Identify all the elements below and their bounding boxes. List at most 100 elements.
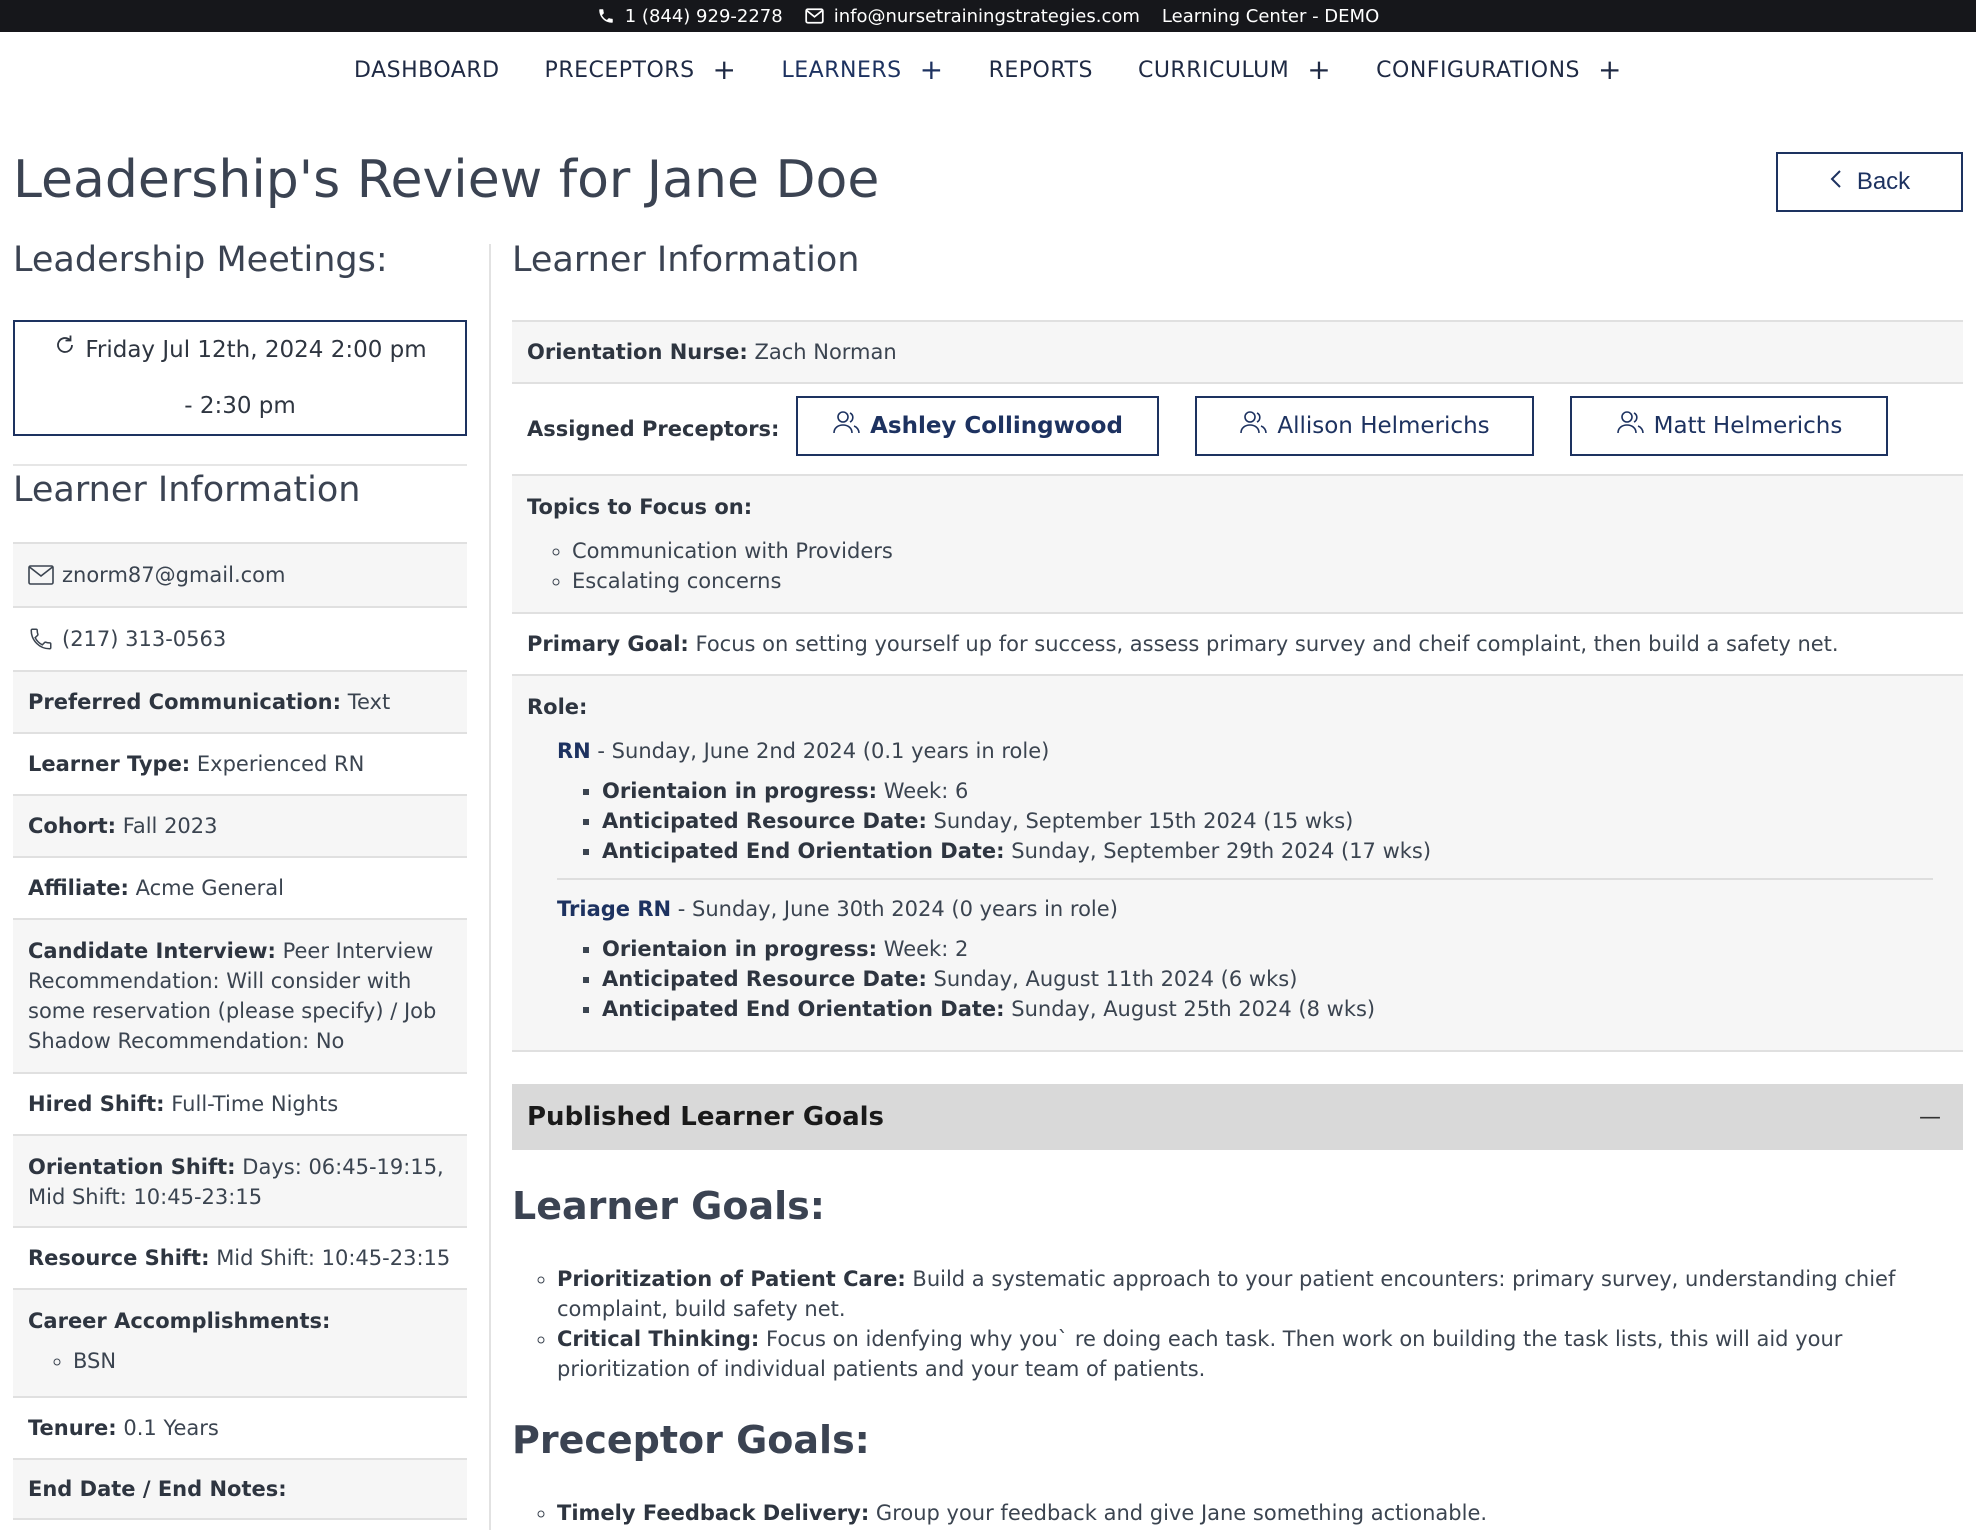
orientation-nurse-value: Zach Norman (754, 340, 897, 364)
list-item: Orientaion in progress: Week: 2 (602, 934, 1948, 964)
primary-goal-value: Focus on setting yourself up for success… (695, 632, 1839, 656)
affiliate-value: Acme General (135, 876, 284, 900)
nav-learners[interactable]: LEARNERS + (782, 56, 944, 84)
list-item: Anticipated End Orientation Date: Sunday… (602, 836, 1948, 866)
users-icon (832, 409, 862, 443)
envelope-icon (805, 8, 824, 24)
nav-preceptors[interactable]: PRECEPTORS + (545, 56, 737, 84)
cohort-row: Cohort: Fall 2023 (13, 794, 467, 856)
role-details-list: Orientaion in progress: Week: 6 Anticipa… (557, 776, 1948, 866)
resource-shift-row: Resource Shift: Mid Shift: 10:45-23:15 (13, 1226, 467, 1288)
topbar-site-text: Learning Center - DEMO (1161, 5, 1380, 27)
learner-email-row[interactable]: znorm87@gmail.com (13, 542, 467, 606)
nav-curriculum[interactable]: CURRICULUM + (1138, 56, 1331, 84)
nav-preceptors-label: PRECEPTORS (544, 57, 695, 83)
goal-value: Group your feedback and give Jane someth… (875, 1501, 1488, 1525)
list-item: Orientaion in progress: Week: 6 (602, 776, 1948, 806)
end-date-row: End Date / End Notes: (13, 1458, 467, 1520)
role-item-value: Week: 2 (883, 937, 969, 961)
meeting-time-start: Friday Jul 12th, 2024 2:00 pm (85, 337, 427, 363)
preceptor-name: Allison Helmerichs (1277, 413, 1490, 439)
role-item-label: Orientaion in progress: (602, 937, 877, 961)
list-item: Critical Thinking: Focus on idenfying wh… (557, 1324, 1963, 1384)
career-accomplishments-label: Career Accomplishments: (28, 1309, 331, 1333)
published-goals-accordion[interactable]: Published Learner Goals — (512, 1084, 1963, 1150)
learner-goals-title: Learner Goals: (512, 1184, 825, 1228)
candidate-interview-label: Candidate Interview: (28, 939, 276, 963)
list-item: Timely Feedback Delivery: Group your fee… (557, 1498, 1963, 1528)
preceptor-button-allison[interactable]: Allison Helmerichs (1195, 396, 1534, 456)
role-entry-triage-rn: Triage RN - Sunday, June 30th 2024 (0 ye… (527, 894, 1948, 1024)
orientation-nurse-row: Orientation Nurse: Zach Norman (512, 320, 1963, 382)
left-column: Leadership Meetings: Friday Jul 12th, 20… (13, 240, 467, 1520)
career-accomplishments-row: Career Accomplishments: BSN (13, 1288, 467, 1396)
preferred-communication-row: Preferred Communication: Text (13, 670, 467, 732)
list-item: Anticipated End Orientation Date: Sunday… (602, 994, 1948, 1024)
role-label: Role: (527, 695, 588, 719)
role-item-value: Sunday, September 29th 2024 (17 wks) (1011, 839, 1432, 863)
meetings-title: Leadership Meetings: (13, 240, 388, 280)
role-name: RN (557, 739, 591, 763)
role-item-label: Anticipated End Orientation Date: (602, 839, 1005, 863)
role-row: Role: RN - Sunday, June 2nd 2024 (0.1 ye… (512, 674, 1963, 1052)
orientation-shift-row: Orientation Shift: Days: 06:45-19:15, Mi… (13, 1134, 467, 1226)
list-item: Anticipated Resource Date: Sunday, Augus… (602, 964, 1948, 994)
career-accomplishments-list: BSN (28, 1346, 452, 1376)
role-detail: - Sunday, June 30th 2024 (0 years in rol… (671, 897, 1118, 921)
learner-type-label: Learner Type: (28, 752, 191, 776)
topbar-site-name: Learning Center - DEMO (1162, 6, 1379, 27)
plus-icon[interactable]: + (1307, 56, 1331, 84)
phone-icon (597, 7, 615, 25)
left-info-title: Learner Information (13, 470, 361, 510)
preceptor-goals-title: Preceptor Goals: (512, 1418, 870, 1462)
meeting-card[interactable]: Friday Jul 12th, 2024 2:00 pm - 2:30 pm (13, 320, 467, 436)
topics-list: Communication with Providers Escalating … (527, 536, 1948, 596)
minus-icon[interactable]: — (1919, 1105, 1941, 1130)
tenure-value: 0.1 Years (123, 1416, 219, 1440)
preceptor-button-ashley[interactable]: Ashley Collingwood (796, 396, 1159, 456)
topbar-phone-text: 1 (844) 929-2278 (624, 5, 783, 27)
role-item-value: Sunday, August 11th 2024 (6 wks) (933, 967, 1298, 991)
topics-row: Topics to Focus on: Communication with P… (512, 474, 1963, 612)
list-item: Escalating concerns (572, 566, 1948, 596)
cohort-label: Cohort: (28, 814, 117, 838)
role-item-value: Week: 6 (883, 779, 969, 803)
primary-goal-label: Primary Goal: (527, 632, 689, 656)
tenure-row: Tenure: 0.1 Years (13, 1396, 467, 1458)
left-info-list: znorm87@gmail.com (217) 313-0563 Preferr… (13, 542, 467, 1520)
learner-phone: (217) 313-0563 (62, 627, 227, 651)
role-item-label: Anticipated End Orientation Date: (602, 997, 1005, 1021)
left-info-header: Learner Information (13, 464, 467, 510)
plus-icon[interactable]: + (920, 56, 944, 84)
nav-curriculum-label: CURRICULUM (1137, 57, 1290, 83)
preceptor-button-matt[interactable]: Matt Helmerichs (1570, 396, 1888, 456)
preferred-communication-value: Text (347, 690, 391, 714)
learner-goals-list: Prioritization of Patient Care: Build a … (512, 1264, 1963, 1384)
hired-shift-row: Hired Shift: Full-Time Nights (13, 1072, 467, 1134)
top-bar: 1 (844) 929-2278 info@nursetrainingstrat… (0, 0, 1976, 32)
plus-icon[interactable]: + (1598, 56, 1622, 84)
learner-phone-row[interactable]: (217) 313-0563 (13, 606, 467, 670)
page-title: Leadership's Review for Jane Doe (13, 150, 880, 210)
preferred-communication-label: Preferred Communication: (28, 690, 342, 714)
plus-icon[interactable]: + (713, 56, 737, 84)
topbar-email[interactable]: info@nursetrainingstrategies.com (805, 6, 1140, 27)
learner-type-row: Learner Type: Experienced RN (13, 732, 467, 794)
nav-dashboard-label: DASHBOARD (354, 57, 500, 83)
nav-reports-label: REPORTS (988, 57, 1093, 83)
role-divider (557, 878, 1933, 880)
assigned-preceptors-row: Assigned Preceptors: Ashley Collingwood … (512, 382, 1963, 474)
orientation-nurse-label: Orientation Nurse: (527, 340, 748, 364)
nav-reports[interactable]: REPORTS (989, 58, 1093, 83)
topbar-phone[interactable]: 1 (844) 929-2278 (597, 6, 783, 27)
tenure-label: Tenure: (28, 1416, 117, 1440)
list-item: Communication with Providers (572, 536, 1948, 566)
goal-label: Prioritization of Patient Care: (557, 1267, 906, 1291)
list-item: Prioritization of Patient Care: Build a … (557, 1264, 1963, 1324)
list-item: Anticipated Resource Date: Sunday, Septe… (602, 806, 1948, 836)
phone-icon (28, 626, 54, 652)
role-item-label: Anticipated Resource Date: (602, 809, 927, 833)
nav-dashboard[interactable]: DASHBOARD (354, 58, 500, 83)
nav-configurations[interactable]: CONFIGURATIONS + (1376, 56, 1622, 84)
back-button[interactable]: Back (1776, 152, 1963, 212)
